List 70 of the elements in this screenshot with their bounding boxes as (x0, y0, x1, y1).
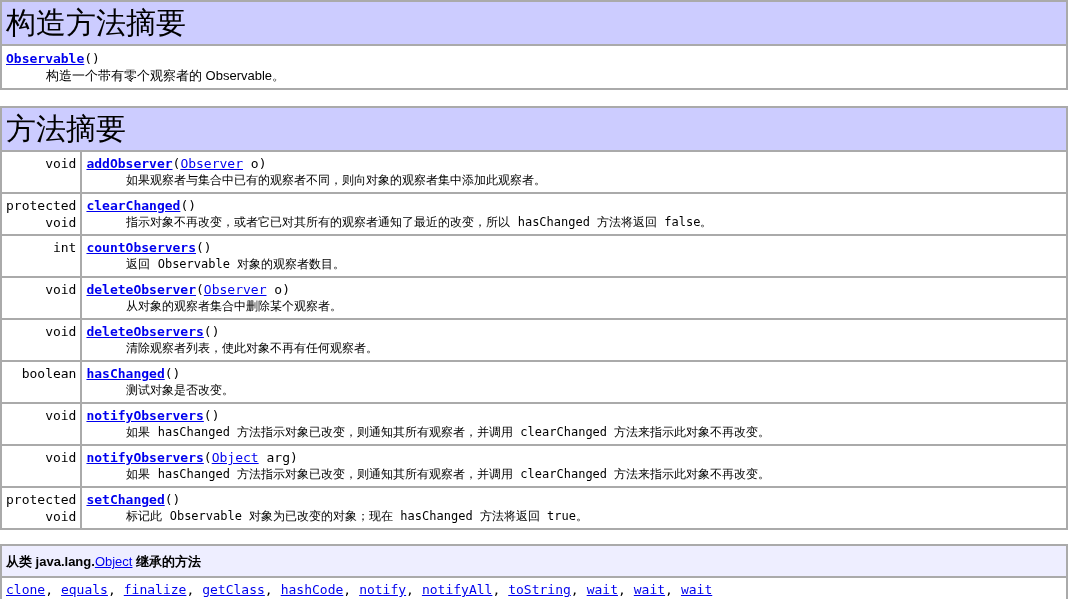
separator-text: , (45, 581, 53, 599)
separator-text: , (186, 581, 195, 599)
method-description: 清除观察者列表，使此对象不再有任何观察者。 (125, 340, 380, 357)
signature-text: () (164, 366, 181, 381)
separator-text: , (264, 581, 273, 599)
separator-text: , (665, 581, 673, 599)
return-type-cell: void (1, 403, 82, 445)
signature-text: () (180, 198, 197, 213)
signature-text: () (164, 492, 181, 507)
separator-text: , (617, 581, 626, 599)
signature-text: arg) (265, 450, 298, 465)
method-description: 从对象的观察者集合中删除某个观察者。 (125, 298, 344, 315)
method-description: 返回 Observable 对象的观察者数目。 (125, 256, 347, 273)
return-type-cell: void (1, 445, 82, 487)
inherited-title: 从类 java.lang.Object 继承的方法 (6, 554, 202, 569)
constructor-description: 构造一个带有零个观察者的 Observable。 (45, 67, 287, 84)
method-description: 如果观察者与集合中已有的观察者不同，则向对象的观察者集中添加此观察者。 (125, 172, 548, 189)
method-link[interactable]: deleteObserver (86, 282, 197, 297)
inherited-method-link[interactable]: getClass (202, 580, 265, 599)
section-title: 构造方法摘要 (6, 5, 187, 41)
method-description: 如果 hasChanged 方法指示对象已改变，则通知其所有观察者，并调用 clearChanged 方法来指示此对象不再改变。 (125, 466, 772, 483)
method-link[interactable]: deleteObservers (86, 324, 204, 339)
return-type-cell: void (1, 277, 82, 319)
signature-text: o) (249, 156, 267, 171)
type-link[interactable]: Observer (180, 156, 243, 171)
method-description: 测试对象是否改变。 (125, 382, 236, 399)
method-description: 如果 hasChanged 方法指示对象已改变，则通知其所有观察者，并调用 clearChanged 方法来指示此对象不再改变。 (125, 424, 772, 441)
separator-text: , (570, 581, 579, 599)
class-link[interactable]: Object (94, 554, 133, 569)
return-type-cell: void (1, 152, 82, 193)
inherited-method-link[interactable]: notifyAll (421, 580, 493, 599)
method-link[interactable]: hasChanged (86, 366, 165, 381)
return-type-cell: protected void (1, 487, 82, 529)
method-link[interactable]: notifyObservers (86, 408, 204, 423)
method-description: 指示对象不再改变，或者它已对其所有的观察者通知了最近的改变，所以 hasChanged 方法将返回 false。 (125, 214, 714, 231)
inherited-method-link[interactable]: wait (680, 580, 713, 599)
return-type-cell: int (1, 235, 82, 277)
signature-text: o) (273, 282, 290, 297)
inherited-method-link[interactable]: equals (60, 580, 108, 599)
inherited-method-link[interactable]: notify (359, 580, 407, 599)
signature-text: () (203, 408, 220, 423)
section-title: 方法摘要 (6, 111, 127, 147)
method-link[interactable]: clearChanged (86, 198, 181, 213)
inherited-method-link[interactable]: toString (508, 580, 571, 599)
type-link[interactable]: Observer (203, 282, 267, 297)
return-type-cell: boolean (1, 361, 82, 403)
signature-text: () (84, 51, 100, 66)
separator-text: , (406, 581, 414, 599)
inherited-method-link[interactable]: finalize (123, 580, 187, 599)
signature-text: ( (172, 156, 181, 171)
signature-text: () (203, 324, 220, 339)
method-link[interactable]: addObserver (86, 156, 173, 171)
inherited-method-link[interactable]: wait (633, 580, 666, 599)
inherited-method-link[interactable]: clone (6, 580, 46, 599)
return-type-cell: protected void (1, 193, 82, 235)
method-link[interactable]: setChanged (86, 492, 165, 507)
signature-text: ( (196, 282, 204, 297)
method-link[interactable]: countObservers (86, 240, 197, 255)
separator-text: , (107, 581, 116, 599)
signature-text: () (196, 240, 212, 255)
separator-text: , (343, 581, 352, 599)
signature-text: ( (203, 450, 212, 465)
inherited-method-link[interactable]: hashCode (280, 580, 344, 599)
method-link[interactable]: notifyObservers (86, 450, 204, 465)
type-link[interactable]: Object (211, 450, 259, 465)
method-description: 标记此 Observable 对象为已改变的对象；现在 hasChanged 方法将返回 true。 (125, 508, 589, 525)
separator-text: , (492, 581, 501, 599)
return-type-cell: void (1, 319, 82, 361)
constructor-link[interactable]: Observable (6, 51, 85, 66)
inherited-method-link[interactable]: wait (586, 580, 618, 599)
